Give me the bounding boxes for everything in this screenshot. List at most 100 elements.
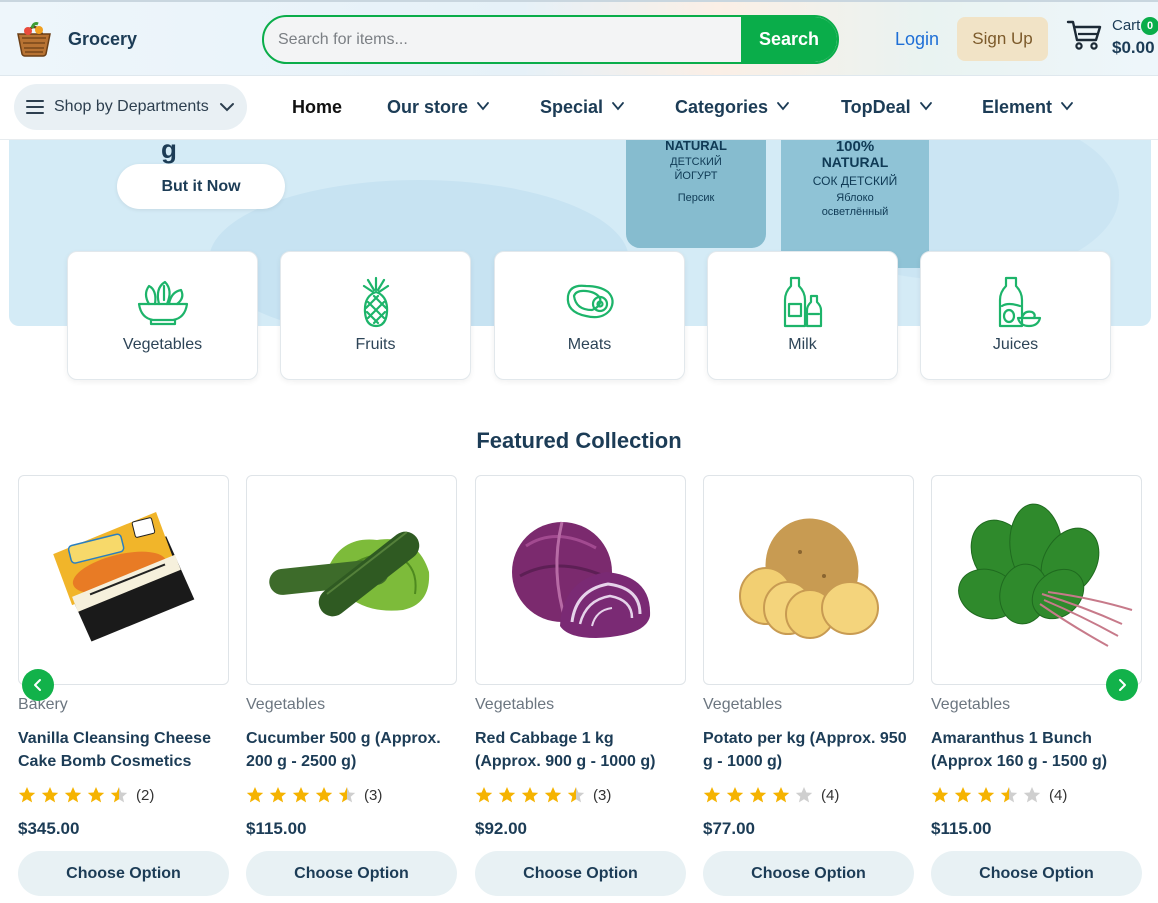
category-card-fruits[interactable]: Fruits (280, 251, 471, 380)
product-name[interactable]: Cucumber 500 g (Approx. 200 g - 2500 g) (246, 727, 451, 773)
shop-by-departments-button[interactable]: Shop by Departments (14, 84, 247, 130)
star-icon (931, 787, 949, 803)
star-half-icon (110, 787, 128, 803)
star-icon (772, 787, 790, 803)
featured-collection-title: Featured Collection (476, 428, 682, 453)
review-count: (4) (1049, 787, 1068, 804)
category-label: Milk (788, 336, 817, 353)
star-icon (726, 787, 744, 803)
star-icon (246, 787, 264, 803)
category-card-vegetables[interactable]: Vegetables (67, 251, 258, 380)
pack-text: осветлённый (821, 206, 889, 218)
cheesecake-package-image (53, 512, 195, 642)
pack-text: ЙОГУРТ (674, 170, 718, 182)
review-count: (2) (136, 787, 155, 804)
product-image-cheesecake[interactable] (18, 475, 229, 685)
category-label: Juices (992, 336, 1039, 353)
product-price: $92.00 (475, 819, 527, 838)
nav-home-label: Home (292, 97, 343, 117)
star-icon (703, 787, 721, 803)
login-link[interactable]: Login (895, 29, 939, 50)
star-icon (269, 787, 287, 803)
rating-stars (18, 787, 128, 803)
brand-name[interactable]: Grocery (68, 29, 137, 50)
review-count: (3) (364, 787, 383, 804)
signup-button[interactable]: Sign Up (957, 17, 1048, 61)
product-card[interactable]: Vegetables Red Cabbage 1 kg (Approx. 900… (475, 475, 686, 896)
star-half-icon (567, 787, 585, 803)
product-price: $345.00 (18, 819, 80, 838)
product-name[interactable]: Potato per kg (Approx. 950 g - 1000 g) (703, 727, 908, 773)
nav-home[interactable]: Home (292, 97, 342, 118)
choose-option-button[interactable]: Choose Option (931, 851, 1142, 896)
star-half-icon (1000, 787, 1018, 803)
chevron-down-icon (1061, 102, 1073, 111)
search-input[interactable] (264, 17, 742, 62)
search-button[interactable]: Search (741, 17, 837, 62)
product-card[interactable]: Vegetables Cucumber 500 g (Approx. 200 g… (246, 475, 457, 896)
star-icon (292, 787, 310, 803)
product-category: Vegetables (931, 696, 1011, 713)
cart-icon[interactable] (1066, 18, 1102, 52)
nav-topdeal-label: TopDeal (841, 97, 911, 117)
hero-juice-pack-image: 100% NATURAL СОК ДЕТСКИЙ Яблоко осветлён… (781, 140, 929, 268)
star-half-icon (338, 787, 356, 803)
star-icon (475, 787, 493, 803)
juice-bottle-icon (998, 276, 1042, 328)
main-nav: Shop by Departments Home Our store Speci… (0, 76, 1158, 140)
product-category: Vegetables (703, 696, 783, 713)
product-image-cucumber[interactable] (246, 475, 457, 685)
category-card-milk[interactable]: Milk (707, 251, 898, 380)
potato-image (739, 518, 879, 639)
product-price: $77.00 (703, 819, 755, 838)
salad-bowl-icon (137, 280, 189, 326)
star-icon (18, 787, 36, 803)
zucchini-image (269, 531, 430, 617)
category-card-meats[interactable]: Meats (494, 251, 685, 380)
chevron-down-icon (612, 102, 624, 111)
pack-text: Яблоко (836, 192, 874, 204)
top-header: Grocery Search Login Sign Up Cart 0 $0.0… (0, 0, 1158, 76)
product-name[interactable]: Amaranthus 1 Bunch (Approx 160 g - 1500 … (931, 727, 1136, 773)
carousel-prev-button[interactable] (22, 669, 54, 701)
product-card[interactable]: Vegetables Potato per kg (Approx. 950 g … (703, 475, 914, 896)
nav-special[interactable]: Special (540, 97, 625, 118)
nav-topdeal[interactable]: TopDeal (841, 97, 933, 118)
buy-it-now-button[interactable]: But it Now (117, 164, 285, 209)
nav-element-label: Element (982, 97, 1053, 117)
cart-label[interactable]: Cart (1112, 17, 1140, 34)
choose-option-button[interactable]: Choose Option (703, 851, 914, 896)
nav-our-store[interactable]: Our store (387, 97, 490, 118)
pack-text: NATURAL (665, 140, 727, 153)
rating-stars (931, 787, 1041, 803)
basket-logo-icon[interactable] (12, 16, 56, 60)
product-name[interactable]: Vanilla Cleansing Cheese Cake Bomb Cosme… (18, 727, 223, 773)
category-card-juices[interactable]: Juices (920, 251, 1111, 380)
star-icon (498, 787, 516, 803)
departments-label: Shop by Departments (54, 98, 209, 115)
red-cabbage-image (512, 521, 651, 638)
product-image-potato[interactable] (703, 475, 914, 685)
carousel-next-button[interactable] (1106, 669, 1138, 701)
chevron-down-icon (220, 103, 234, 112)
product-image-red-cabbage[interactable] (475, 475, 686, 685)
category-label: Vegetables (122, 336, 203, 353)
product-name[interactable]: Red Cabbage 1 kg (Approx. 900 g - 1000 g… (475, 727, 680, 773)
product-category: Vegetables (475, 696, 555, 713)
milk-bottles-icon (783, 276, 823, 328)
choose-option-button[interactable]: Choose Option (246, 851, 457, 896)
star-icon (977, 787, 995, 803)
star-icon (544, 787, 562, 803)
pack-text: Персик (677, 192, 715, 204)
nav-categories-label: Categories (675, 97, 769, 117)
choose-option-button[interactable]: Choose Option (18, 851, 229, 896)
product-card[interactable]: Bakery Vanilla Cleansing Cheese Cake Bom… (18, 475, 229, 896)
nav-element[interactable]: Element (982, 97, 1074, 118)
review-count: (3) (593, 787, 612, 804)
product-image-amaranthus[interactable] (931, 475, 1142, 685)
cart-total[interactable]: $0.00 (1112, 38, 1155, 58)
choose-option-button[interactable]: Choose Option (475, 851, 686, 896)
product-card[interactable]: Vegetables Amaranthus 1 Bunch (Approx 16… (931, 475, 1142, 896)
star-icon (315, 787, 333, 803)
nav-categories[interactable]: Categories (675, 97, 790, 118)
